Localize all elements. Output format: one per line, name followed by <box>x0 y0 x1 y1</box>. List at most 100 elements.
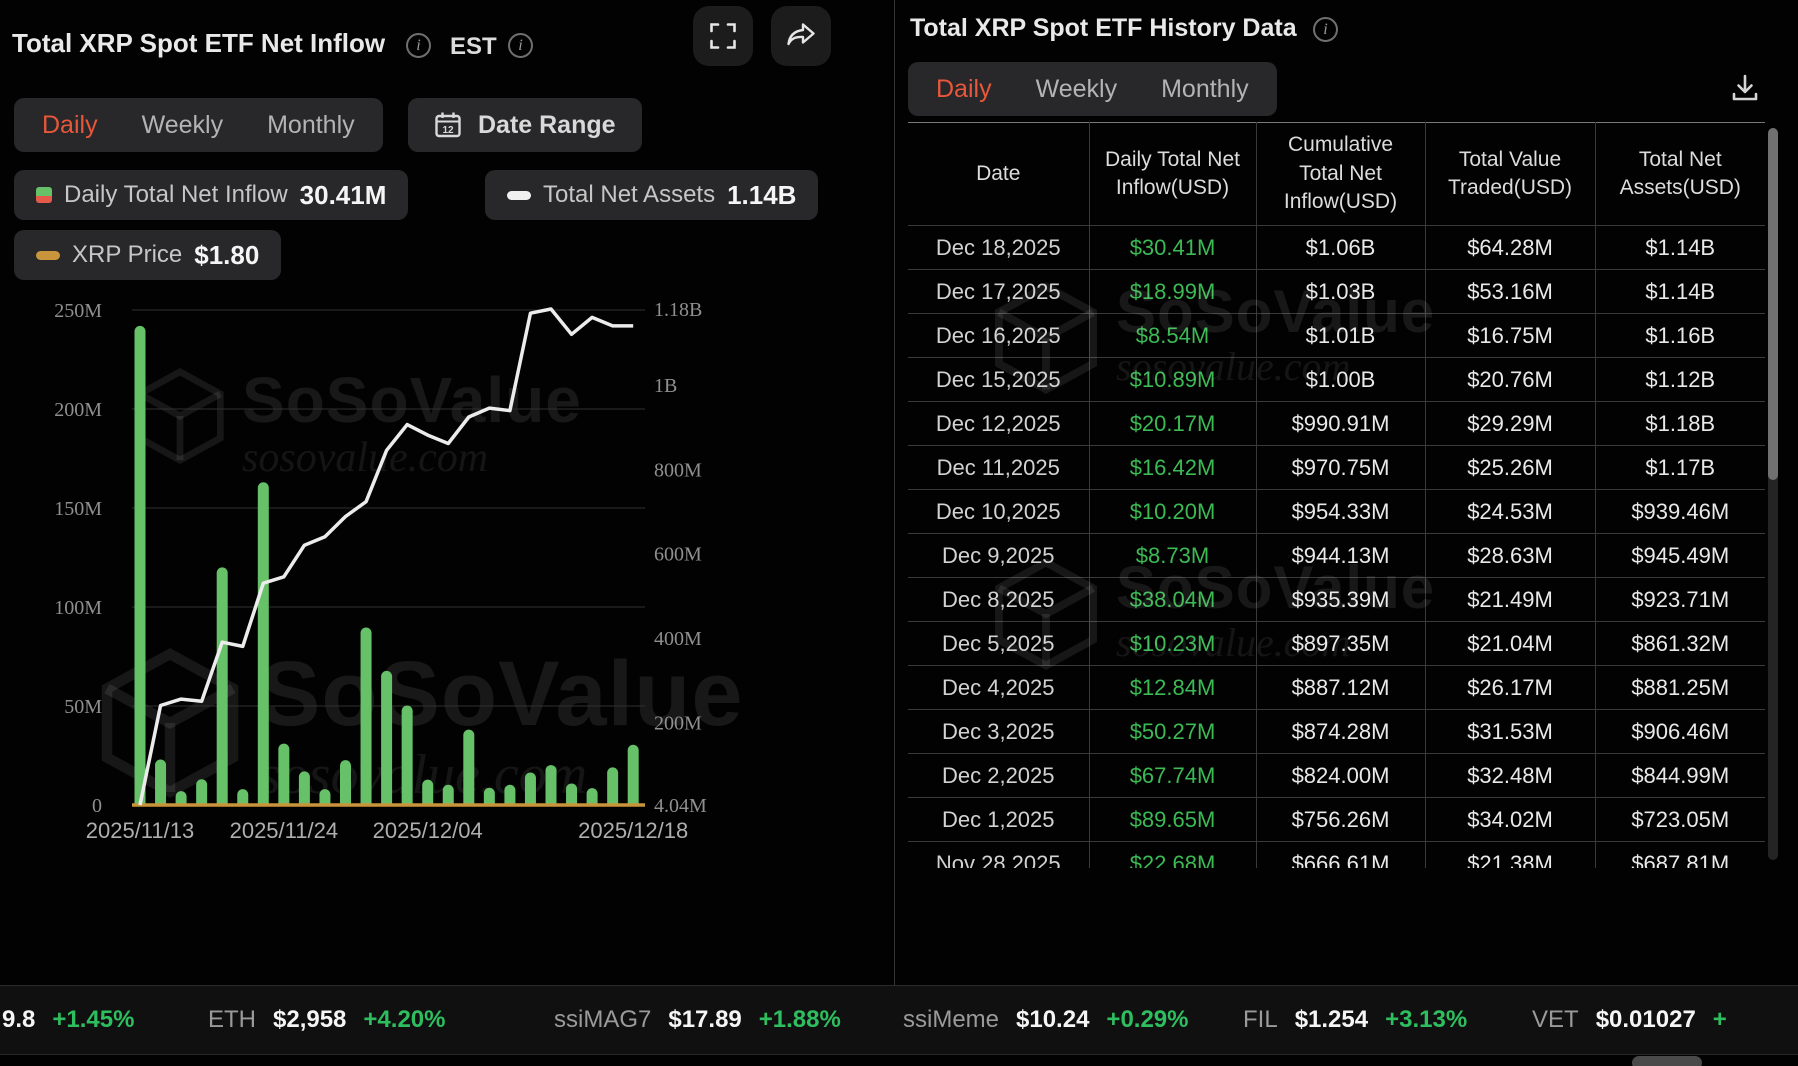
date-cell: Dec 9,2025 <box>908 533 1090 578</box>
table-row: Dec 8,2025 $38.04M $935.39M $21.49M $923.71M <box>908 577 1765 622</box>
date-cell: Nov 28,2025 <box>908 841 1090 868</box>
x-axis-tick: 2025/12/04 <box>373 818 483 843</box>
daily-inflow-cell: $20.17M <box>1089 401 1257 446</box>
table-row: Dec 3,2025 $50.27M $874.28M $31.53M $906.46M <box>908 709 1765 754</box>
ticker-symbol: ssiMAG7 <box>554 1006 652 1033</box>
daily-inflow-cell: $10.23M <box>1089 621 1257 666</box>
date-cell: Dec 15,2025 <box>908 357 1090 402</box>
ticker-item[interactable]: ssiMAG7 $17.89 +1.88% <box>554 986 841 1054</box>
inflow-bar <box>504 784 516 805</box>
tab-monthly[interactable]: Monthly <box>267 111 355 140</box>
tab-daily[interactable]: Daily <box>42 111 98 140</box>
cumulative-inflow-cell: $954.33M <box>1256 489 1426 534</box>
value-traded-cell: $28.63M <box>1425 533 1596 578</box>
legend-label: Total Net Assets <box>543 181 716 208</box>
date-cell: Dec 11,2025 <box>908 445 1090 490</box>
date-cell: Dec 18,2025 <box>908 225 1090 270</box>
value-traded-cell: $21.49M <box>1425 577 1596 622</box>
inflow-chart[interactable]: 250M 200M 150M 100M 50M 0 1.18B 1B 800M 600M 400M 2… <box>0 278 894 858</box>
inflow-bar <box>319 789 331 805</box>
inflow-bar <box>360 627 372 805</box>
net-assets-cell: $1.14B <box>1595 269 1765 314</box>
value-traded-cell: $31.53M <box>1425 709 1596 754</box>
page-title: Total XRP Spot ETF Net Inflow <box>12 28 386 58</box>
ticker-change: +3.13% <box>1385 1006 1468 1033</box>
inflow-bar <box>381 670 393 805</box>
column-header: Total Net Assets(USD) <box>1595 122 1765 226</box>
cumulative-inflow-cell: $887.12M <box>1256 665 1426 710</box>
y-axis-left-tick: 50M <box>64 696 102 718</box>
ticker-price: $2,958 <box>273 1006 347 1033</box>
calendar-icon: 12 <box>435 112 461 138</box>
value-traded-cell: $32.48M <box>1425 753 1596 798</box>
green-red-bar-icon <box>36 187 52 203</box>
column-header: Total Value Traded(USD) <box>1425 122 1596 226</box>
ticker-item[interactable]: 9.8 +1.45% <box>2 986 134 1054</box>
ticker-item[interactable]: ssiMeme $10.24 +0.29% <box>903 986 1189 1054</box>
fullscreen-button[interactable] <box>693 6 753 66</box>
tab-weekly[interactable]: Weekly <box>142 111 224 140</box>
ticker-item[interactable]: FIL $1.254 +3.13% <box>1243 986 1467 1054</box>
info-icon[interactable]: i <box>1313 17 1338 42</box>
legend-xrp-price[interactable]: XRP Price $1.80 <box>14 230 282 280</box>
info-icon[interactable]: i <box>406 33 431 58</box>
inflow-bar <box>196 779 208 805</box>
date-range-button[interactable]: 12 Date Range <box>408 98 642 152</box>
value-traded-cell: $21.38M <box>1425 841 1596 868</box>
table-scrollbar-thumb[interactable] <box>1768 128 1778 480</box>
share-button[interactable] <box>771 6 831 66</box>
tab-daily[interactable]: Daily <box>936 75 992 104</box>
chart-period-tabs: Daily Weekly Monthly <box>14 98 383 152</box>
legend-total-net-assets[interactable]: Total Net Assets 1.14B <box>485 170 819 220</box>
download-button[interactable] <box>1729 72 1761 109</box>
history-data-panel: Total XRP Spot ETF History Data i Daily … <box>895 0 1798 985</box>
ticker-price: $17.89 <box>668 1006 742 1033</box>
tab-monthly[interactable]: Monthly <box>1161 75 1249 104</box>
inflow-bar <box>134 325 146 805</box>
table-row: Dec 12,2025 $20.17M $990.91M $29.29M $1.18B <box>908 401 1765 446</box>
inflow-bar <box>586 788 598 805</box>
svg-text:12: 12 <box>442 125 454 136</box>
net-assets-cell: $861.32M <box>1595 621 1765 666</box>
cumulative-inflow-cell: $824.00M <box>1256 753 1426 798</box>
ticker-symbol: FIL <box>1243 1006 1278 1033</box>
table-row: Dec 16,2025 $8.54M $1.01B $16.75M $1.16B <box>908 313 1765 358</box>
inflow-bar <box>401 705 413 805</box>
table-row: Dec 9,2025 $8.73M $944.13M $28.63M $945.49M <box>908 533 1765 578</box>
inflow-bar <box>566 783 578 805</box>
table-row: Dec 18,2025 $30.41M $1.06B $64.28M $1.14B <box>908 225 1765 270</box>
date-cell: Dec 4,2025 <box>908 665 1090 710</box>
cumulative-inflow-cell: $756.26M <box>1256 797 1426 842</box>
ticker-change: + <box>1712 1006 1727 1033</box>
inflow-bar <box>257 482 269 805</box>
tab-weekly[interactable]: Weekly <box>1036 75 1118 104</box>
net-assets-cell: $1.18B <box>1595 401 1765 446</box>
cumulative-inflow-cell: $666.61M <box>1256 841 1426 868</box>
inflow-bar <box>524 772 536 805</box>
cumulative-inflow-cell: $935.39M <box>1256 577 1426 622</box>
net-assets-cell: $945.49M <box>1595 533 1765 578</box>
cumulative-inflow-cell: $1.06B <box>1256 225 1426 270</box>
ticker-symbol: VET <box>1532 1006 1579 1033</box>
daily-inflow-cell: $50.27M <box>1089 709 1257 754</box>
net-assets-cell: $1.12B <box>1595 357 1765 402</box>
y-axis-right-tick: 4.04M <box>654 795 707 817</box>
date-cell: Dec 3,2025 <box>908 709 1090 754</box>
ticker-item[interactable]: ETH $2,958 +4.20% <box>208 986 445 1054</box>
net-assets-cell: $844.99M <box>1595 753 1765 798</box>
net-assets-cell: $1.16B <box>1595 313 1765 358</box>
ticker-price: 9.8 <box>2 1006 36 1033</box>
info-icon[interactable]: i <box>508 33 533 58</box>
table-header-row: Date Daily Total Net Inflow(USD) Cumulativ… <box>908 122 1765 226</box>
inflow-bar <box>442 784 454 805</box>
ticker-item[interactable]: VET $0.01027 + <box>1532 986 1727 1054</box>
y-axis-left-tick: 250M <box>54 300 102 322</box>
net-assets-cell: $1.17B <box>1595 445 1765 490</box>
inflow-bar <box>422 779 434 805</box>
legend-value: $1.80 <box>194 239 260 270</box>
history-title: Total XRP Spot ETF History Data <box>910 14 1297 42</box>
legend-daily-net-inflow[interactable]: Daily Total Net Inflow 30.41M <box>14 170 409 220</box>
value-traded-cell: $26.17M <box>1425 665 1596 710</box>
y-axis-right-tick: 400M <box>654 628 702 650</box>
value-traded-cell: $24.53M <box>1425 489 1596 534</box>
